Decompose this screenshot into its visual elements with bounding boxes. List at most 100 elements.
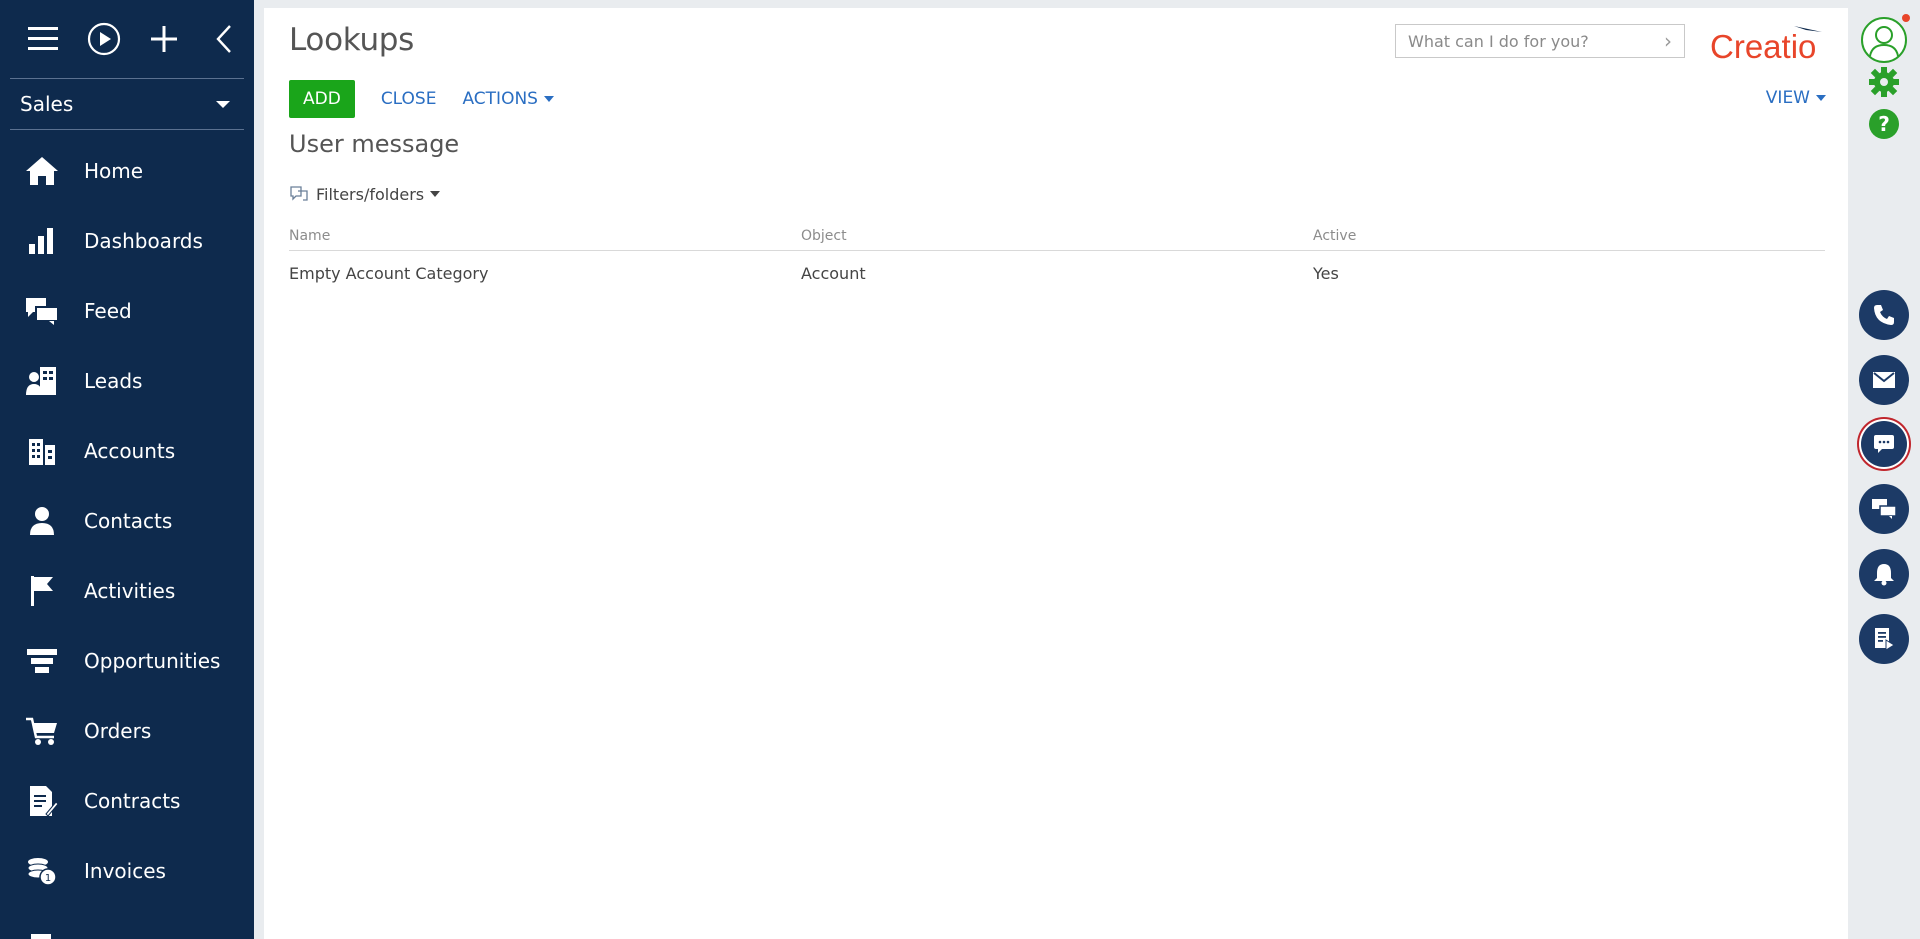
section-subtitle: User message: [289, 130, 460, 158]
sidebar-item-label: Invoices: [84, 859, 166, 883]
chevron-down-icon: [430, 191, 441, 197]
sidebar-item-home[interactable]: Home: [0, 136, 254, 206]
sidebar: Sales Home Dashboards Feed Leads Account…: [0, 0, 254, 939]
column-header-object[interactable]: Object: [801, 228, 1313, 244]
help-button[interactable]: ?: [1858, 104, 1910, 144]
chevron-right-icon[interactable]: ›: [1664, 31, 1672, 51]
dashboards-icon: [0, 226, 84, 256]
column-header-name[interactable]: Name: [289, 228, 801, 244]
sidebar-item-feed[interactable]: Feed: [0, 276, 254, 346]
menu-toggle-button[interactable]: [14, 14, 74, 64]
close-label: CLOSE: [380, 89, 437, 109]
sidebar-item-accounts[interactable]: Accounts: [0, 416, 254, 486]
filters-label: Filters/folders: [316, 184, 425, 204]
sidebar-item-label: Dashboards: [84, 229, 203, 253]
sidebar-item-label: Accounts: [84, 439, 176, 463]
process-run-button[interactable]: [74, 14, 134, 64]
sidebar-item-leads[interactable]: Leads: [0, 346, 254, 416]
main-panel: Lookups What can I do for you? › Creatio…: [264, 8, 1848, 939]
contracts-icon: [0, 784, 84, 818]
sidebar-item-label: Leads: [84, 369, 143, 393]
filters-folders-button[interactable]: Filters/folders: [289, 184, 441, 204]
phone-icon: [1859, 290, 1909, 340]
sidebar-item-label: Opportunities: [84, 649, 221, 673]
email-button[interactable]: [1858, 354, 1910, 406]
mail-icon: [1859, 355, 1909, 405]
column-header-active[interactable]: Active: [1313, 228, 1825, 244]
plus-icon: [151, 26, 177, 52]
feed-panel-button[interactable]: [1858, 483, 1910, 535]
sidebar-item-invoices[interactable]: 1 Invoices: [0, 836, 254, 906]
leads-icon: [0, 365, 84, 397]
chat-icon: [1861, 421, 1907, 467]
sidebar-item-label: Contacts: [84, 509, 173, 533]
logo-text: Creatio: [1710, 28, 1816, 65]
process-log-button[interactable]: [1858, 613, 1910, 665]
sidebar-divider: [10, 129, 244, 130]
invoices-icon: 1: [0, 855, 84, 887]
search-placeholder: What can I do for you?: [1408, 31, 1589, 51]
hamburger-icon: [28, 27, 58, 50]
sidebar-item-orders[interactable]: Orders: [0, 696, 254, 766]
sidebar-item-label: Contracts: [84, 789, 181, 813]
sidebar-item-activities[interactable]: Activities: [0, 556, 254, 626]
svg-text:1: 1: [45, 873, 51, 884]
sidebar-nav: Home Dashboards Feed Leads Accounts Cont…: [0, 136, 254, 939]
document-icon: [0, 926, 84, 939]
command-search-input[interactable]: What can I do for you? ›: [1395, 24, 1685, 58]
workspace-label: Sales: [20, 92, 74, 116]
creatio-logo: Creatio: [1710, 22, 1830, 66]
profile-button[interactable]: [1858, 14, 1910, 66]
feed-icon: [1859, 484, 1909, 534]
chevron-left-icon: [216, 25, 231, 53]
feed-icon: [0, 296, 84, 326]
opportunities-icon: [0, 646, 84, 676]
grid-header: Name Object Active: [289, 222, 1825, 251]
sidebar-item-label: Home: [84, 159, 144, 183]
svg-text:?: ?: [1878, 112, 1890, 136]
sidebar-item-label: Orders: [84, 719, 152, 743]
sidebar-item-opportunities[interactable]: Opportunities: [0, 626, 254, 696]
toolbar: ADD CLOSE ACTIONS: [289, 80, 554, 118]
actions-label: ACTIONS: [462, 89, 538, 109]
cell-name: Empty Account Category: [289, 263, 489, 283]
cart-icon: [0, 715, 84, 747]
sidebar-topbar: [0, 0, 254, 78]
add-button[interactable]: ADD: [289, 80, 355, 118]
avatar-icon: [1861, 17, 1907, 63]
contacts-icon: [0, 505, 84, 537]
notifications-button[interactable]: [1858, 548, 1910, 600]
table-row[interactable]: Empty Account Category Account Yes: [289, 251, 1825, 295]
actions-dropdown[interactable]: ACTIONS: [462, 89, 554, 109]
chevron-down-icon: [543, 96, 554, 102]
phone-button[interactable]: [1858, 289, 1910, 341]
help-icon: ?: [1869, 109, 1899, 139]
sidebar-item-dashboards[interactable]: Dashboards: [0, 206, 254, 276]
workspace-selector[interactable]: Sales: [0, 79, 254, 129]
chevron-down-icon: [1816, 95, 1826, 101]
cell-active: Yes: [1313, 263, 1339, 283]
page-title: Lookups: [289, 22, 415, 58]
accounts-icon: [0, 435, 84, 467]
view-dropdown[interactable]: VIEW: [1766, 88, 1826, 108]
activities-icon: [0, 574, 84, 608]
sidebar-item-label: Activities: [84, 579, 176, 603]
notification-dot: [1902, 14, 1910, 22]
collapse-sidebar-button[interactable]: [194, 14, 254, 64]
filter-icon: [290, 186, 308, 201]
add-record-button[interactable]: [134, 14, 194, 64]
sidebar-item-contracts[interactable]: Contracts: [0, 766, 254, 836]
process-icon: [1859, 614, 1909, 664]
bell-icon: [1859, 549, 1909, 599]
right-toolbar: ?: [1848, 0, 1920, 939]
settings-button[interactable]: [1858, 62, 1910, 102]
sidebar-item-partial[interactable]: [0, 906, 254, 939]
gear-icon: [1869, 67, 1899, 97]
close-button[interactable]: CLOSE: [381, 89, 437, 109]
home-icon: [0, 155, 84, 187]
sidebar-item-contacts[interactable]: Contacts: [0, 486, 254, 556]
cell-object: Account: [801, 263, 866, 283]
chat-button[interactable]: [1858, 418, 1910, 470]
sidebar-item-label: Feed: [84, 299, 132, 323]
play-icon: [87, 22, 121, 56]
